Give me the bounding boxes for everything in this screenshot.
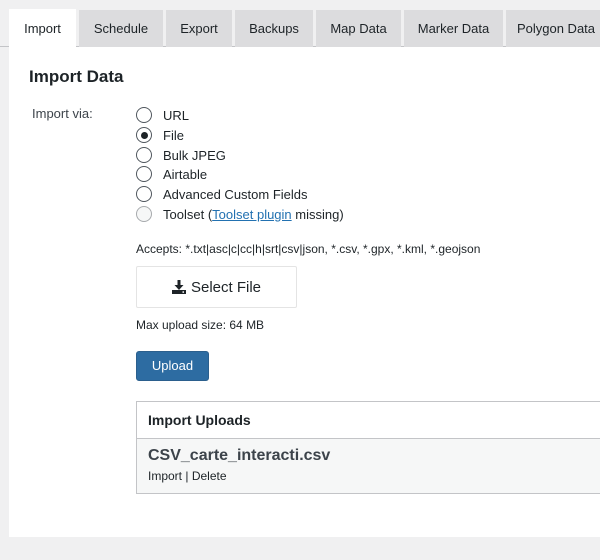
radio-label-file: File [163, 127, 184, 143]
file-actions: Import | Delete [148, 469, 600, 483]
page-title: Import Data [29, 67, 124, 86]
select-file-label: Select File [190, 278, 262, 296]
import-uploads-header: Import Uploads [137, 402, 600, 439]
radio-option-bulk-jpeg[interactable]: Bulk JPEG [136, 146, 226, 164]
uploaded-file-name: CSV_carte_interacti.csv [148, 447, 331, 464]
tab-schedule[interactable]: Schedule [79, 10, 163, 47]
import-file-link[interactable]: Import [148, 469, 182, 483]
upload-icon [171, 280, 186, 294]
radio-bulk-jpeg[interactable] [136, 147, 152, 163]
tab-import[interactable]: Import [9, 9, 76, 48]
radio-option-url[interactable]: URL [136, 106, 189, 124]
upload-button[interactable]: Upload [136, 351, 209, 381]
tab-backups[interactable]: Backups [235, 10, 313, 47]
radio-option-toolset: Toolset (Toolset plugin missing) [136, 205, 344, 223]
toolset-plugin-link[interactable]: Toolset plugin [212, 207, 292, 222]
radio-label-url: URL [163, 107, 190, 123]
radio-option-file[interactable]: File [136, 126, 184, 144]
radio-option-acf[interactable]: Advanced Custom Fields [136, 185, 308, 203]
tab-marker-data[interactable]: Marker Data [404, 10, 503, 47]
tab-bar: Import Schedule Export Backups Map Data … [0, 0, 600, 48]
radio-label-airtable: Airtable [163, 166, 208, 182]
radio-label-toolset: Toolset (Toolset plugin missing) [163, 206, 344, 222]
radio-option-airtable[interactable]: Airtable [136, 165, 207, 183]
action-separator: | [182, 469, 192, 483]
radio-acf[interactable] [136, 186, 152, 202]
radio-label-bulk-jpeg: Bulk JPEG [163, 147, 226, 163]
import-uploads-box: Import Uploads CSV_carte_interacti.csv I… [136, 401, 600, 494]
tab-map-data[interactable]: Map Data [316, 10, 401, 47]
radio-file[interactable] [136, 127, 152, 143]
accepted-formats-text: Accepts: *.txt|asc|c|cc|h|srt|csv|json, … [136, 242, 481, 256]
import-panel: Import Data Import via: URL File Bulk JP… [9, 47, 600, 537]
radio-label-acf: Advanced Custom Fields [163, 186, 308, 202]
import-via-label: Import via: [32, 106, 93, 121]
tab-export[interactable]: Export [166, 10, 232, 47]
max-upload-size: Max upload size: 64 MB [136, 318, 265, 332]
delete-file-link[interactable]: Delete [192, 469, 227, 483]
select-file-button[interactable]: Select File [136, 266, 297, 308]
radio-url[interactable] [136, 107, 152, 123]
tab-polygon-data[interactable]: Polygon Data [506, 10, 600, 47]
radio-airtable[interactable] [136, 166, 152, 182]
upload-list-item: CSV_carte_interacti.csv Import | Delete [137, 439, 600, 493]
radio-toolset [136, 206, 152, 222]
